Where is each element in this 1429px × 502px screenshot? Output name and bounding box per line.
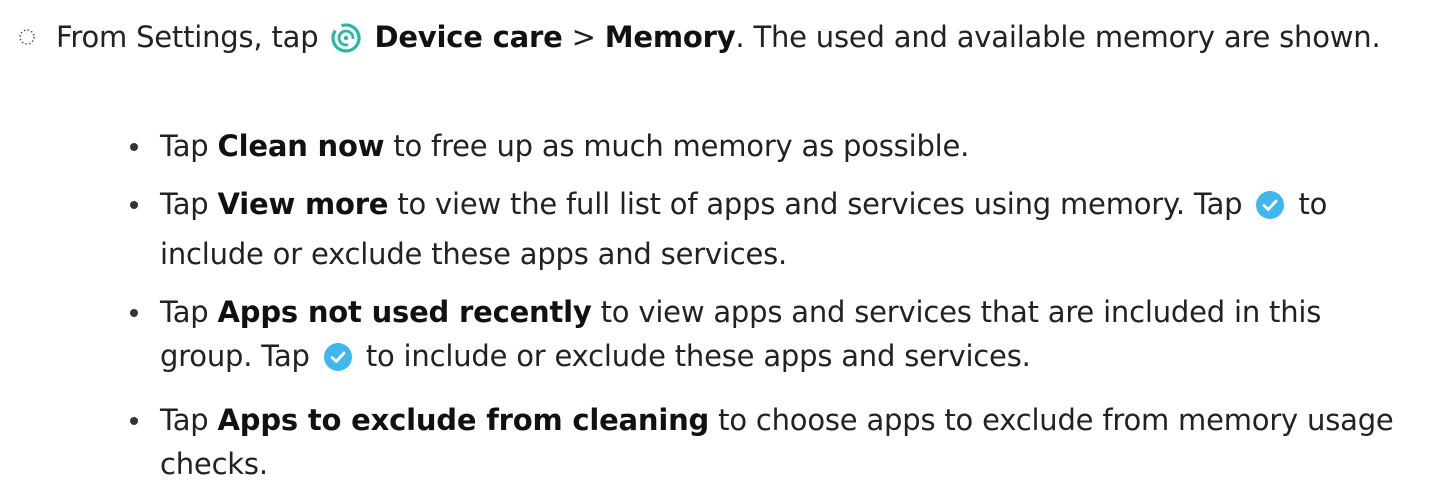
bullet-item: Tap Clean now to free up as much memory … [130, 124, 1420, 168]
checkmark-circle-icon [1255, 188, 1285, 232]
bullet-tap: Tap [160, 129, 209, 163]
bullet-item: Tap Apps to exclude from cleaning to cho… [130, 398, 1420, 486]
step-prefix: From Settings, tap [56, 20, 319, 54]
bullet-tap: Tap [160, 187, 209, 221]
step-text: From Settings, tap Device care > Memory.… [56, 14, 1418, 66]
bullet-dot [130, 417, 138, 425]
bullet-text: to view the full list of apps and servic… [397, 187, 1243, 221]
bullet-dot [130, 201, 138, 209]
view-more-label: View more [217, 187, 389, 221]
apps-to-exclude-label: Apps to exclude from cleaning [217, 403, 710, 437]
bullet-list: Tap Clean now to free up as much memory … [130, 124, 1420, 500]
bullet-text: to free up as much memory as possible. [393, 129, 970, 163]
bullet-tap: Tap [160, 295, 209, 329]
clean-now-label: Clean now [217, 129, 385, 163]
bullet-tap: Tap [160, 403, 209, 437]
checkmark-circle-icon [323, 340, 353, 384]
bullet-dot [130, 143, 138, 151]
step-suffix: . The used and available memory are show… [735, 20, 1381, 54]
apps-not-used-recently-label: Apps not used recently [217, 295, 592, 329]
step-instruction: From Settings, tap Device care > Memory.… [18, 14, 1418, 66]
bullet-dot [130, 309, 138, 317]
device-care-label: Device care [374, 20, 563, 54]
bullet-item: Tap Apps not used recently to view apps … [130, 290, 1420, 384]
device-care-icon [331, 20, 362, 66]
bullet-item: Tap View more to view the full list of a… [130, 182, 1420, 276]
memory-label: Memory [604, 20, 736, 54]
bullet-after-icon: to include or exclude these apps and ser… [365, 339, 1031, 373]
dotted-circle-icon [19, 29, 35, 45]
separator: > [571, 20, 596, 54]
